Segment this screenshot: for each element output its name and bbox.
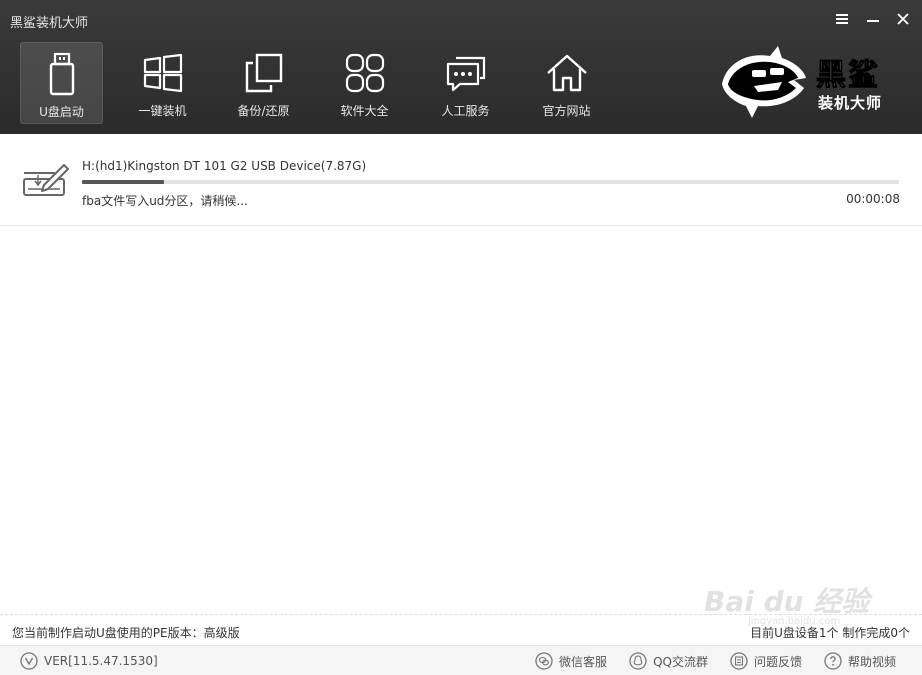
brand-logo: 黑鲨 装机大师 bbox=[716, 44, 896, 120]
version-check-icon bbox=[20, 652, 38, 670]
device-row: H:(hd1)Kingston DT 101 G2 USB Device(7.8… bbox=[0, 135, 922, 226]
nav-label: 软件大全 bbox=[340, 104, 389, 118]
menu-icon[interactable] bbox=[833, 10, 851, 28]
nav-manual-service[interactable]: 人工服务 bbox=[424, 42, 507, 124]
nav-label: 一键装机 bbox=[138, 104, 187, 118]
qq-icon bbox=[629, 652, 647, 670]
nav-label: 官方网站 bbox=[542, 104, 591, 118]
qq-group-link[interactable]: QQ交流群 bbox=[629, 652, 708, 670]
feedback-icon bbox=[730, 652, 748, 670]
nav-label: 人工服务 bbox=[441, 104, 490, 118]
footer-bar: VER[11.5.47.1530] 微信客服 QQ交流群 问题反馈 帮助视频 bbox=[0, 645, 922, 675]
info-bar: 您当前制作启动U盘使用的PE版本：高级版 目前U盘设备1个 制作完成0个 bbox=[0, 614, 922, 645]
status-text: fba文件写入ud分区，请稍候... bbox=[82, 194, 248, 208]
pe-version-info: 您当前制作启动U盘使用的PE版本：高级版 bbox=[12, 626, 240, 640]
home-icon bbox=[545, 51, 589, 95]
app-title: 黑鲨装机大师 bbox=[10, 16, 89, 31]
nav-label: 备份/还原 bbox=[237, 104, 290, 118]
link-label: 微信客服 bbox=[559, 654, 608, 669]
device-name: H:(hd1)Kingston DT 101 G2 USB Device(7.8… bbox=[82, 159, 367, 173]
minimize-icon[interactable] bbox=[864, 10, 882, 28]
progress-fill bbox=[82, 180, 164, 184]
apps-grid-icon bbox=[343, 51, 387, 95]
version-info: VER[11.5.47.1530] bbox=[20, 652, 158, 670]
chat-icon bbox=[444, 51, 488, 95]
nav-official-site[interactable]: 官方网站 bbox=[525, 42, 608, 124]
wechat-icon bbox=[535, 652, 553, 670]
usb-write-icon bbox=[20, 159, 72, 199]
footer-links: 微信客服 QQ交流群 问题反馈 帮助视频 bbox=[513, 652, 896, 670]
version-text: VER[11.5.47.1530] bbox=[44, 654, 158, 668]
nav-one-click-install[interactable]: 一键装机 bbox=[121, 42, 204, 124]
main-nav: U盘启动 一键装机 备份/还原 软件大全 人工服务 官方网站 bbox=[20, 42, 626, 124]
help-icon bbox=[824, 652, 842, 670]
nav-usb-boot[interactable]: U盘启动 bbox=[20, 42, 103, 124]
header-bar: 黑鲨装机大师 U盘启动 一键装机 备份/还原 软件大全 人工服务 官方网站 黑鲨… bbox=[0, 0, 922, 134]
nav-label: U盘启动 bbox=[39, 105, 84, 119]
help-video-link[interactable]: 帮助视频 bbox=[824, 652, 896, 670]
feedback-link[interactable]: 问题反馈 bbox=[730, 652, 802, 670]
device-count-info: 目前U盘设备1个 制作完成0个 bbox=[750, 626, 910, 640]
wechat-service-link[interactable]: 微信客服 bbox=[535, 652, 607, 670]
nav-software[interactable]: 软件大全 bbox=[323, 42, 406, 124]
windows-icon bbox=[141, 51, 185, 95]
shark-logo-icon bbox=[722, 46, 806, 118]
logo-subtitle: 装机大师 bbox=[818, 94, 883, 112]
nav-backup-restore[interactable]: 备份/还原 bbox=[222, 42, 305, 124]
link-label: QQ交流群 bbox=[653, 654, 708, 669]
copy-icon bbox=[242, 51, 286, 95]
close-icon[interactable] bbox=[894, 10, 912, 28]
usb-drive-icon bbox=[40, 52, 84, 96]
link-label: 问题反馈 bbox=[753, 654, 802, 669]
link-label: 帮助视频 bbox=[847, 654, 896, 669]
progress-bar bbox=[82, 180, 899, 184]
logo-title: 黑鲨 bbox=[816, 58, 880, 94]
elapsed-time: 00:00:08 bbox=[846, 192, 900, 206]
